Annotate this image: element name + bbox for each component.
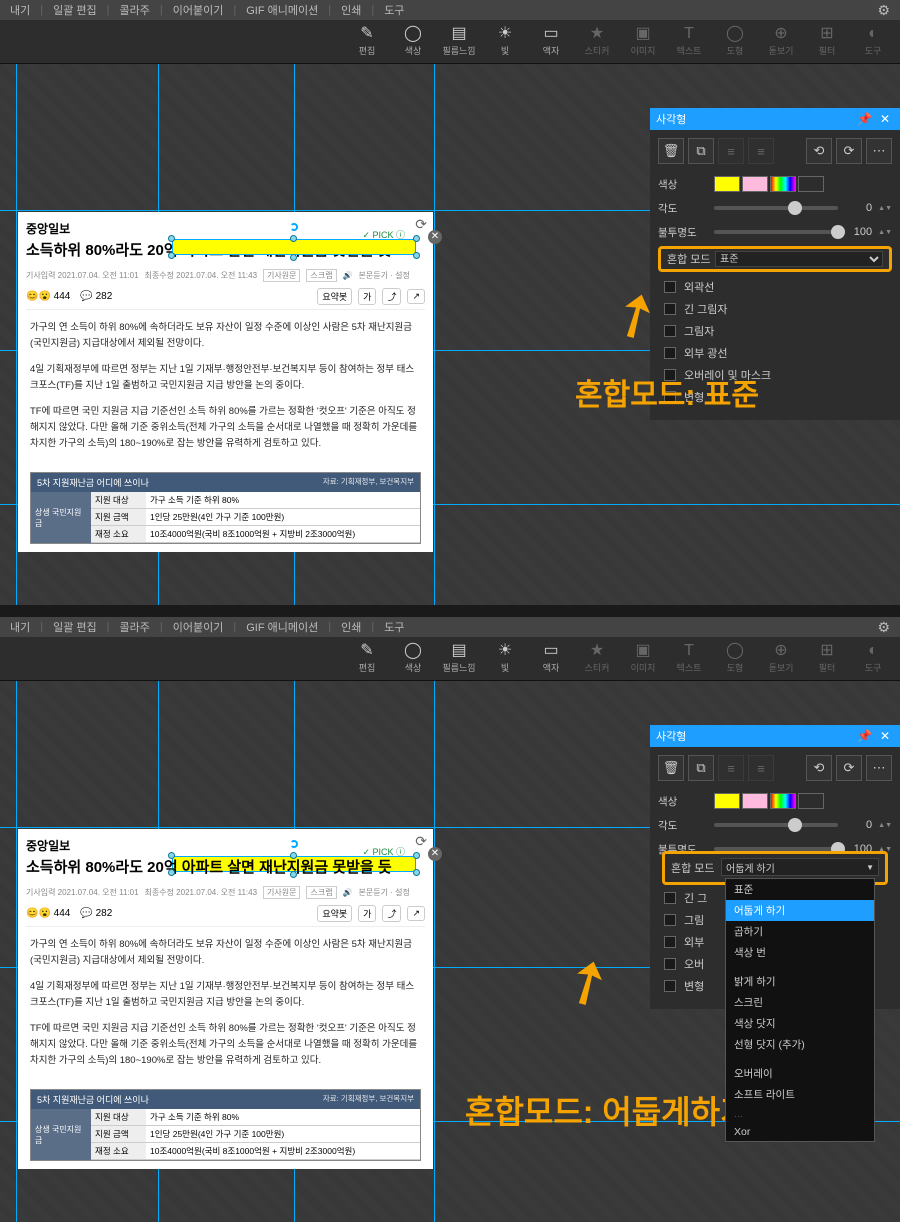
rotate-cw-icon[interactable]: ⟳ [836, 755, 862, 781]
blend-dropdown-area: 혼합 모드 어둡게 하기▼ 표준어둡게 하기곱하기색상 번밝게 하기스크린색상 … [662, 851, 888, 885]
tool-필터[interactable]: ⊞필터 [804, 637, 850, 681]
tool-스티커[interactable]: ★스티커 [574, 20, 620, 64]
align-left-icon: ≡ [718, 138, 744, 164]
duplicate-icon[interactable]: ⧉ [688, 755, 714, 781]
gear-icon[interactable]: ⚙ [871, 2, 896, 19]
panel-close-icon[interactable]: ✕ [876, 729, 894, 743]
panel-close-icon[interactable]: ✕ [876, 112, 894, 126]
article-preview: 중앙일보 ⟳ ✓ PICK ⓘ 소득하위 80%라도 20억 아파트 살면 재난… [18, 212, 433, 552]
delete-icon[interactable]: 🗑 [658, 138, 684, 164]
opacity-slider[interactable] [714, 230, 838, 234]
blend-option[interactable]: 오버레이 [726, 1063, 874, 1084]
delete-shape-icon[interactable]: ✕ [428, 230, 442, 244]
blend-option[interactable]: Xor [726, 1123, 874, 1141]
more-icon[interactable]: ⋯ [866, 755, 892, 781]
angle-slider[interactable] [714, 206, 838, 210]
app-bottom: 내기| 일괄 편집| 콜라주| 이어붙이기| GIF 애니메이션| 인쇄| 도구… [0, 617, 900, 1222]
menubar: 내기| 일괄 편집| 콜라주| 이어붙이기| GIF 애니메이션| 인쇄| 도구… [0, 617, 900, 637]
tool-액자[interactable]: ▭액자 [528, 20, 574, 64]
tool-도형[interactable]: ◯도형 [712, 20, 758, 64]
blend-option[interactable]: 소프트 라이트 [726, 1084, 874, 1105]
blend-option[interactable]: 스크린 [726, 992, 874, 1013]
main-toolbar: ✎편집◯색상▤필름느낌☀빛▭액자★스티커▣이미지T텍스트◯도형⊕돋보기⊞필터◐도… [0, 637, 900, 681]
blend-option[interactable]: 표준 [726, 879, 874, 900]
tool-돋보기[interactable]: ⊕돋보기 [758, 637, 804, 681]
check-그림자[interactable]: 그림자 [664, 320, 892, 342]
tool-필름느낌[interactable]: ▤필름느낌 [436, 20, 482, 64]
rotate-ccw-icon[interactable]: ⟲ [806, 138, 832, 164]
tool-도구[interactable]: ◐도구 [850, 20, 896, 64]
tool-빛[interactable]: ☀빛 [482, 637, 528, 681]
tool-도구[interactable]: ◐도구 [850, 637, 896, 681]
blend-option[interactable]: 곱하기 [726, 921, 874, 942]
tool-필름느낌[interactable]: ▤필름느낌 [436, 637, 482, 681]
blend-option[interactable]: 어둡게 하기 [726, 900, 874, 921]
menu-print[interactable]: 인쇄 [335, 2, 367, 18]
tool-텍스트[interactable]: T텍스트 [666, 637, 712, 681]
tool-편집[interactable]: ✎편집 [344, 20, 390, 64]
tool-돋보기[interactable]: ⊕돋보기 [758, 20, 804, 64]
main-toolbar: ✎편집◯색상▤필름느낌☀빛▭액자★스티커▣이미지T텍스트◯도형⊕돋보기⊞필터◐도… [0, 20, 900, 64]
menu-stitch[interactable]: 이어붙이기 [167, 2, 230, 18]
menu-collage[interactable]: 콜라주 [114, 2, 156, 18]
panel-title: 사각형 [656, 111, 686, 127]
tool-이미지[interactable]: ▣이미지 [620, 20, 666, 64]
app-top: 내기| 일괄 편집| 콜라주| 이어붙이기| GIF 애니메이션| 인쇄| 도구… [0, 0, 900, 605]
tool-액자[interactable]: ▭액자 [528, 637, 574, 681]
pin-icon[interactable]: 📌 [853, 729, 876, 743]
blend-option[interactable]: ... [726, 1105, 874, 1123]
blend-option[interactable]: 색상 번 [726, 942, 874, 963]
menu-tools[interactable]: 도구 [378, 2, 410, 18]
tool-텍스트[interactable]: T텍스트 [666, 20, 712, 64]
check-변형[interactable]: 변형 [664, 386, 892, 408]
blend-mode-menu: 표준어둡게 하기곱하기색상 번밝게 하기스크린색상 닷지선형 닷지 (추가) 오버… [725, 878, 875, 1142]
refresh-icon[interactable]: ⟳ [415, 216, 427, 233]
check-긴 그림자[interactable]: 긴 그림자 [664, 298, 892, 320]
blend-option[interactable]: 색상 닷지 [726, 1013, 874, 1034]
blend-mode-row: 혼합 모드 표준 [658, 246, 892, 272]
tool-색상[interactable]: ◯색상 [390, 20, 436, 64]
rotate-ccw-icon[interactable]: ⟲ [806, 755, 832, 781]
tool-필터[interactable]: ⊞필터 [804, 20, 850, 64]
blend-mode-select[interactable]: 어둡게 하기▼ [721, 858, 879, 876]
refresh-icon[interactable]: ⟳ [415, 833, 427, 850]
swatch-pink[interactable] [742, 176, 768, 192]
tool-색상[interactable]: ◯색상 [390, 637, 436, 681]
angle-slider[interactable] [714, 823, 838, 827]
swatch-empty[interactable] [798, 176, 824, 192]
gear-icon[interactable]: ⚙ [871, 619, 896, 636]
blend-option[interactable]: 밝게 하기 [726, 971, 874, 992]
check-오버레이 및 마스크[interactable]: 오버레이 및 마스크 [664, 364, 892, 386]
rotate-cw-icon[interactable]: ⟳ [836, 138, 862, 164]
blend-option[interactable]: 선형 닷지 (추가) [726, 1034, 874, 1055]
swatch-rainbow[interactable] [770, 176, 796, 192]
delete-shape-icon[interactable]: ✕ [428, 847, 442, 861]
blend-mode-select[interactable]: 표준 [715, 251, 883, 267]
menu-export[interactable]: 내기 [4, 2, 36, 18]
check-외부 광선[interactable]: 외부 광선 [664, 342, 892, 364]
tool-도형[interactable]: ◯도형 [712, 637, 758, 681]
duplicate-icon[interactable]: ⧉ [688, 138, 714, 164]
tool-스티커[interactable]: ★스티커 [574, 637, 620, 681]
tool-이미지[interactable]: ▣이미지 [620, 637, 666, 681]
article-preview: 중앙일보 ⟳ ✓ PICK ⓘ 소득하위 80%라도 20억 아파트 살면 재난… [18, 829, 433, 1169]
rect-panel: 사각형 📌 ✕ 🗑 ⧉ ≡ ≡ ⟲ ⟳ ⋯ 색상 [650, 108, 900, 420]
menu-batch[interactable]: 일괄 편집 [47, 2, 103, 18]
tool-편집[interactable]: ✎편집 [344, 637, 390, 681]
swatch-yellow[interactable] [714, 176, 740, 192]
check-외곽선[interactable]: 외곽선 [664, 276, 892, 298]
align-center-icon: ≡ [748, 138, 774, 164]
tool-빛[interactable]: ☀빛 [482, 20, 528, 64]
delete-icon[interactable]: 🗑 [658, 755, 684, 781]
menubar: 내기| 일괄 편집| 콜라주| 이어붙이기| GIF 애니메이션| 인쇄| 도구… [0, 0, 900, 20]
pin-icon[interactable]: 📌 [853, 112, 876, 126]
more-icon[interactable]: ⋯ [866, 138, 892, 164]
menu-gif[interactable]: GIF 애니메이션 [240, 2, 324, 18]
